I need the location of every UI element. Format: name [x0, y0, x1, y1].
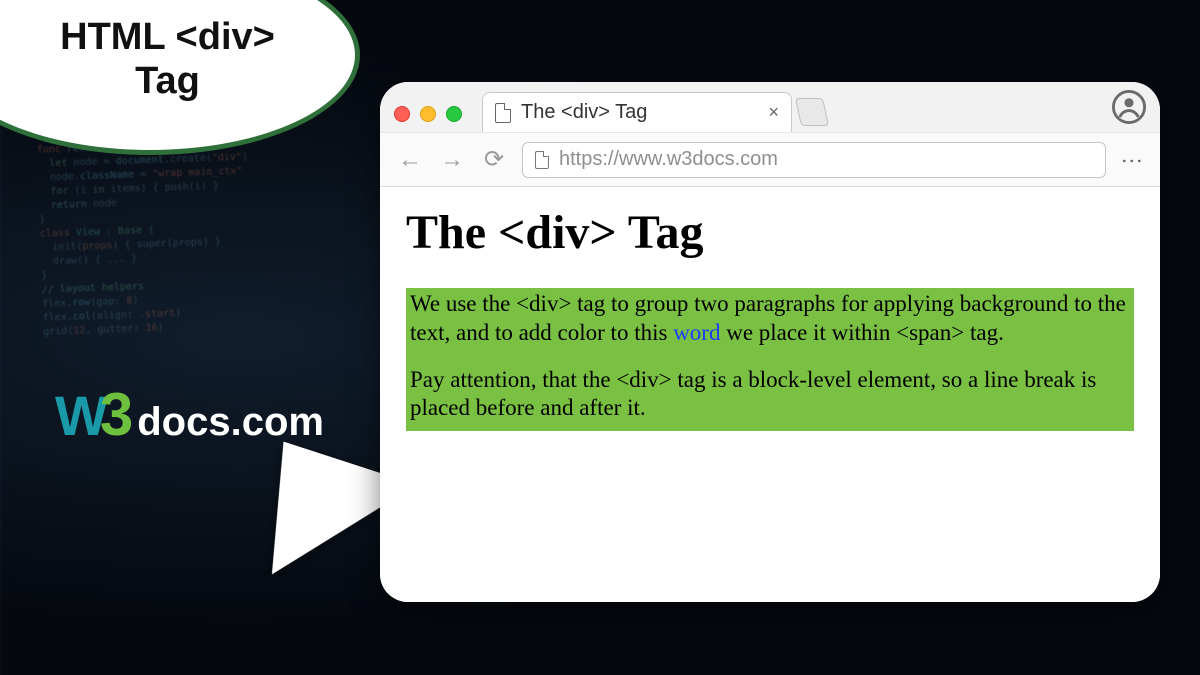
page-icon	[535, 151, 549, 169]
back-button[interactable]: ←	[396, 146, 424, 174]
logo-w: W	[55, 383, 104, 448]
menu-button[interactable]: ⋮	[1119, 148, 1145, 172]
span-colored-word: word	[673, 320, 720, 345]
window-controls	[394, 106, 462, 122]
new-tab-button[interactable]	[795, 98, 829, 126]
profile-icon[interactable]	[1112, 90, 1146, 124]
page-heading: The <div> Tag	[406, 205, 1134, 260]
paragraph-1: We use the <div> tag to group two paragr…	[410, 290, 1130, 348]
address-bar[interactable]: https://www.w3docs.com	[522, 142, 1106, 178]
browser-tab[interactable]: The <div> Tag ×	[482, 92, 792, 132]
page-viewport: The <div> Tag We use the <div> tag to gr…	[380, 187, 1160, 602]
tab-title: The <div> Tag	[521, 101, 647, 124]
minimize-window-button[interactable]	[420, 106, 436, 122]
paragraph-2: Pay attention, that the <div> tag is a b…	[410, 366, 1130, 424]
paragraph-1-text-b: we place it within <span> tag.	[720, 320, 1003, 345]
logo-com: .com	[231, 400, 324, 445]
close-tab-icon[interactable]: ×	[768, 102, 779, 123]
page-icon	[495, 103, 511, 123]
browser-chrome: The <div> Tag × ← → ⟳ https://www.w3docs…	[380, 82, 1160, 187]
toolbar: ← → ⟳ https://www.w3docs.com ⋮	[380, 132, 1160, 186]
w3docs-logo: W 3 docs .com	[55, 380, 324, 449]
tab-strip: The <div> Tag ×	[380, 82, 1160, 132]
reload-button[interactable]: ⟳	[480, 145, 508, 174]
maximize-window-button[interactable]	[446, 106, 462, 122]
forward-button[interactable]: →	[438, 146, 466, 174]
div-example-block: We use the <div> tag to group two paragr…	[406, 288, 1134, 431]
logo-3: 3	[100, 380, 133, 449]
close-window-button[interactable]	[394, 106, 410, 122]
title-bubble-text: HTML <div> Tag	[25, 16, 310, 103]
decorative-code: func render() { let node = document.crea…	[37, 136, 254, 339]
logo-docs: docs	[137, 400, 230, 445]
browser-window: The <div> Tag × ← → ⟳ https://www.w3docs…	[380, 82, 1160, 602]
url-text: https://www.w3docs.com	[559, 148, 778, 171]
